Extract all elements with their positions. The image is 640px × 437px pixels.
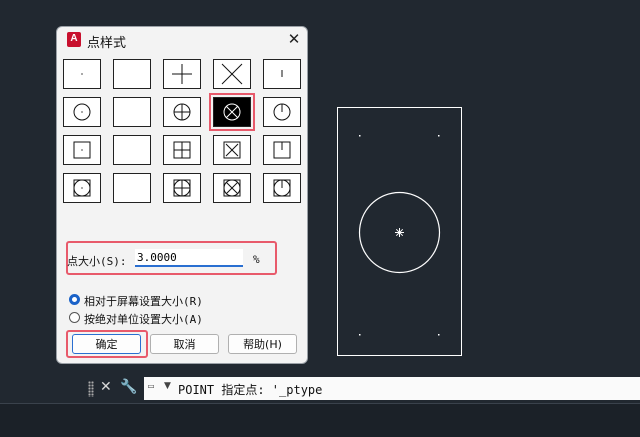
square-tick-icon [273, 141, 291, 159]
dialog-title: 点样式 [87, 36, 127, 51]
center-point-marker[interactable] [395, 228, 404, 237]
point-style-square-tick[interactable] [263, 135, 301, 165]
point-style-sqcircle-plus[interactable] [163, 173, 201, 203]
point-style-square-x[interactable] [213, 135, 251, 165]
dot-icon [81, 73, 83, 75]
sqcircle-icon [114, 174, 150, 202]
radio-absolute-label: 按绝对单位设置大小(A) [84, 313, 203, 326]
point-style-circle-tick[interactable] [263, 97, 301, 127]
point-style-sqcircle[interactable] [113, 173, 151, 203]
ok-button[interactable]: 确定 [72, 334, 141, 354]
circle-x-icon [223, 103, 241, 121]
circle-icon [114, 98, 150, 126]
point-style-square-dot[interactable] [63, 135, 101, 165]
point-size-unit: % [253, 253, 260, 266]
grip-handle[interactable] [88, 381, 94, 397]
autocad-app-icon: A [67, 32, 81, 47]
radio-relative-indicator[interactable] [69, 294, 80, 305]
point-style-circle-plus[interactable] [163, 97, 201, 127]
radio-relative-label: 相对于屏幕设置大小(R) [84, 295, 203, 308]
square-icon [114, 136, 150, 164]
recent-commands-dropdown-icon[interactable]: ▼ [164, 381, 171, 391]
close-command-line-icon[interactable]: ✕ [100, 379, 112, 395]
point-style-plus[interactable] [163, 59, 201, 89]
point-style-sqcircle-tick[interactable] [263, 173, 301, 203]
sqcircle-tick-icon [273, 179, 291, 197]
point-style-dot[interactable] [63, 59, 101, 89]
square-dot-icon [73, 141, 91, 159]
radio-absolute-indicator[interactable] [69, 312, 80, 323]
corner-point-tl[interactable] [359, 135, 361, 137]
sqcircle-dot-icon [73, 179, 91, 197]
circle-plus-icon [173, 103, 191, 121]
corner-point-tr[interactable] [438, 135, 440, 137]
wrench-icon[interactable]: 🔧 [120, 379, 137, 395]
plus-icon [172, 64, 192, 84]
point-style-tick[interactable] [263, 59, 301, 89]
point-style-x[interactable] [213, 59, 251, 89]
status-bar [0, 403, 640, 437]
point-style-square[interactable] [113, 135, 151, 165]
point-style-circle-x[interactable] [209, 93, 255, 131]
square-plus-icon [173, 141, 191, 159]
point-size-label: 点大小(S): [67, 255, 127, 268]
point-style-square-plus[interactable] [163, 135, 201, 165]
corner-point-bl[interactable] [359, 334, 361, 336]
point-size-input[interactable] [135, 249, 243, 267]
dialog-titlebar[interactable]: A 点样式 ✕ [57, 27, 307, 53]
close-icon: ✕ [287, 30, 301, 48]
circle-dot-icon [73, 103, 91, 121]
cancel-button[interactable]: 取消 [150, 334, 219, 354]
sqcircle-x-icon [223, 179, 241, 197]
close-button[interactable]: ✕ [285, 30, 303, 48]
square-x-icon [223, 141, 241, 159]
point-style-circle-dot[interactable] [63, 97, 101, 127]
circle-tick-icon [273, 103, 291, 121]
command-text: POINT 指定点: '_ptype [178, 383, 323, 397]
point-style-none[interactable] [113, 59, 151, 89]
point-style-sqcircle-dot[interactable] [63, 173, 101, 203]
point-style-sqcircle-x[interactable] [213, 173, 251, 203]
command-prompt-icon: ▭ [148, 381, 155, 392]
help-button[interactable]: 帮助(H) [228, 334, 297, 354]
sqcircle-plus-icon [173, 179, 191, 197]
tick-icon [281, 70, 283, 77]
corner-point-br[interactable] [438, 334, 440, 336]
point-style-circle[interactable] [113, 97, 151, 127]
none-icon [114, 60, 150, 88]
x-icon [221, 63, 243, 85]
point-style-dialog: A 点样式 ✕ 点大小(S): % 相对于屏幕设置大小(R) 按绝对单位设置大小… [56, 26, 308, 364]
